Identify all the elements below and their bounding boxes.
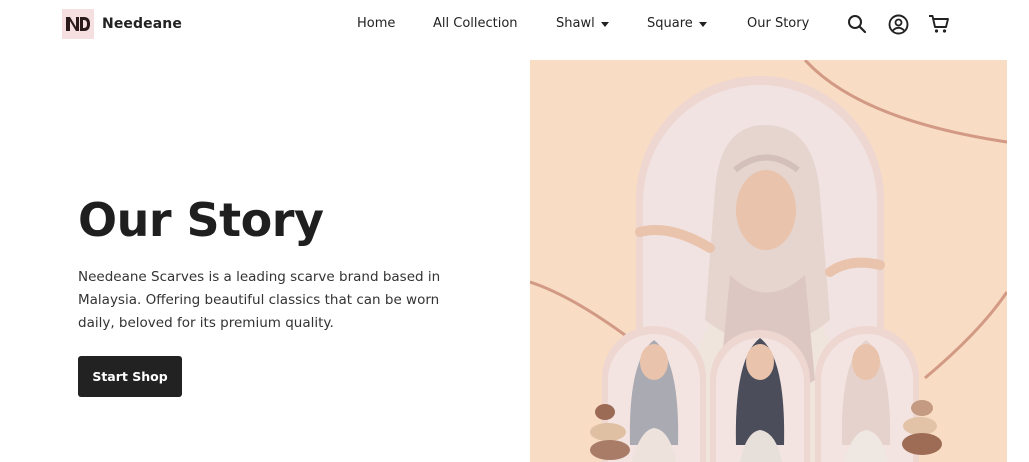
- chevron-down-icon: [600, 22, 609, 27]
- nav-square[interactable]: Square: [647, 16, 707, 31]
- cart-icon[interactable]: [928, 13, 950, 35]
- nav-shawl[interactable]: Shawl: [556, 16, 609, 31]
- nav-our-story[interactable]: Our Story: [747, 16, 809, 31]
- page-title: Our Story: [78, 193, 324, 247]
- nav-home-label: Home: [357, 16, 396, 31]
- hero-description: Needeane Scarves is a leading scarve bra…: [78, 269, 441, 331]
- header-actions: [846, 13, 950, 35]
- nav-all-collection[interactable]: All Collection: [433, 16, 518, 31]
- search-icon[interactable]: [846, 13, 868, 35]
- nav-shawl-label: Shawl: [556, 16, 595, 31]
- nav-all-collection-label: All Collection: [433, 16, 518, 31]
- logo-mark-icon: [62, 9, 94, 39]
- start-shop-button[interactable]: Start Shop: [78, 356, 182, 397]
- brand-logo[interactable]: Needeane: [62, 9, 182, 39]
- account-icon[interactable]: [887, 13, 909, 35]
- nav-square-label: Square: [647, 16, 693, 31]
- chevron-down-icon: [698, 22, 707, 27]
- hero-image: [530, 60, 1007, 462]
- nav-home[interactable]: Home: [357, 16, 395, 31]
- brand-name: Needeane: [102, 16, 182, 32]
- nav-our-story-label: Our Story: [747, 16, 810, 31]
- site-header: Needeane Home All Collection Shawl Squar…: [0, 0, 1029, 50]
